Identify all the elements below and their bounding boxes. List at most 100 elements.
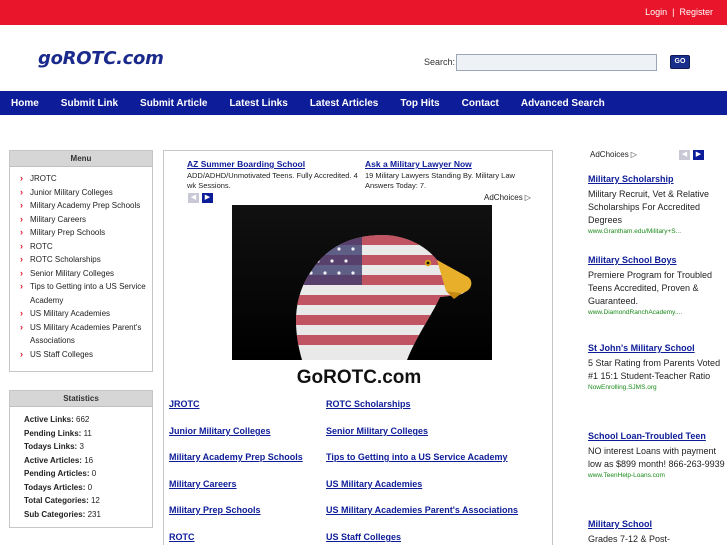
ad-next-arrow-icon[interactable]: ▶	[693, 150, 704, 160]
right-ad-url[interactable]: NowEnrolling.SJMS.org	[588, 384, 727, 391]
category-link[interactable]: ROTC	[169, 532, 195, 542]
nav-latest-links[interactable]: Latest Links	[218, 98, 298, 109]
right-ad-url[interactable]: www.Grantham.edu/Military+S...	[588, 228, 727, 235]
stat-label: Todays Articles:	[24, 482, 86, 492]
category-link[interactable]: Military Careers	[169, 479, 237, 489]
category-link[interactable]: Military Prep Schools	[169, 505, 261, 515]
top-bar: Login | Register	[0, 0, 727, 25]
stat-value: 12	[90, 496, 100, 505]
stat-value: 0	[91, 469, 97, 478]
nav-top-hits[interactable]: Top Hits	[389, 98, 450, 109]
ad-title-link[interactable]: AZ Summer Boarding School	[187, 159, 362, 169]
nav-submit-article[interactable]: Submit Article	[129, 98, 218, 109]
right-ad-text: 5 Star Rating from Parents Voted #1 15:1…	[588, 358, 721, 381]
nav-submit-link[interactable]: Submit Link	[50, 98, 129, 109]
eagle-illustration	[232, 205, 492, 360]
ad-next-arrow-icon[interactable]: ▶	[202, 193, 213, 203]
stat-row: Total Categories: 12	[24, 494, 146, 508]
menu-item[interactable]: ROTC	[20, 240, 146, 254]
stat-label: Pending Articles:	[24, 469, 90, 478]
menu-item[interactable]: Tips to Getting into a US Service Academ…	[20, 280, 146, 307]
link-separator: |	[672, 7, 675, 17]
stat-label: Active Links:	[24, 415, 74, 424]
right-ad: Military Scholarship Military Recruit, V…	[588, 173, 727, 235]
right-ad-title[interactable]: St John's Military School	[588, 342, 727, 355]
right-ad-url[interactable]: www.TeenHelp-Loans.com	[588, 472, 727, 479]
menu-item[interactable]: Junior Military Colleges	[20, 186, 146, 200]
ad-prev-arrow-icon[interactable]: ◀	[679, 150, 690, 160]
ad-text: ADD/ADHD/Unmotivated Teens. Fully Accred…	[187, 171, 358, 190]
stat-value: 3	[79, 442, 84, 451]
adchoices-icon: ▷	[524, 193, 531, 202]
nav-advanced-search[interactable]: Advanced Search	[510, 98, 616, 109]
main-nav: Home Submit Link Submit Article Latest L…	[0, 91, 727, 115]
top-ad-1: AZ Summer Boarding School ADD/ADHD/Unmot…	[187, 159, 362, 191]
category-link[interactable]: JROTC	[169, 399, 200, 409]
eagle-flag-image	[232, 205, 492, 360]
right-ad-title[interactable]: Military School Boys	[588, 254, 727, 267]
nav-contact[interactable]: Contact	[451, 98, 510, 109]
right-ad-url[interactable]: www.DiamondRanchAcademy....	[588, 309, 727, 316]
adchoices-text: AdChoices	[590, 150, 629, 159]
main-content: AZ Summer Boarding School ADD/ADHD/Unmot…	[163, 150, 553, 545]
menu-item[interactable]: US Military Academies	[20, 307, 146, 321]
right-ad-text: Premiere Program for Troubled Teens Accr…	[588, 270, 713, 306]
right-ad-title[interactable]: Military Scholarship	[588, 173, 727, 186]
menu-item[interactable]: JROTC	[20, 172, 146, 186]
stat-label: Total Categories:	[24, 496, 89, 505]
search-label: Search:	[424, 57, 456, 67]
top-ad-2: Ask a Military Lawyer Now 19 Military La…	[365, 159, 540, 191]
site-logo[interactable]: goROTC.com	[38, 48, 164, 69]
ad-prev-arrow-icon[interactable]: ◀	[188, 193, 199, 203]
stat-label: Todays Links:	[24, 442, 78, 451]
ad-title-link[interactable]: Ask a Military Lawyer Now	[365, 159, 540, 169]
category-link[interactable]: ROTC Scholarships	[326, 399, 411, 409]
stat-value: 662	[76, 415, 90, 424]
menu-panel: Menu JROTC Junior Military Colleges Mili…	[9, 150, 153, 372]
nav-home[interactable]: Home	[0, 98, 50, 109]
stat-label: Active Articles:	[24, 455, 82, 465]
right-ad-title[interactable]: Military School	[588, 518, 727, 531]
right-ad-title[interactable]: School Loan-Troubled Teen	[588, 430, 727, 443]
stat-value: 16	[84, 455, 94, 465]
search-input[interactable]	[456, 54, 657, 71]
menu-item[interactable]: US Military Academies Parent's Associati…	[20, 321, 146, 348]
category-link[interactable]: Junior Military Colleges	[169, 426, 271, 436]
stat-row: Todays Links: 3	[24, 440, 146, 454]
statistics-title: Statistics	[10, 391, 152, 407]
right-ad: St John's Military School 5 Star Rating …	[588, 342, 727, 391]
category-link[interactable]: Tips to Getting into a US Service Academ…	[326, 452, 508, 462]
stat-row: Pending Links: 11	[24, 427, 146, 441]
category-link[interactable]: Military Academy Prep Schools	[169, 452, 303, 462]
category-link[interactable]: US Military Academies	[326, 479, 422, 489]
adchoices-text: AdChoices	[484, 193, 523, 202]
category-link[interactable]: US Staff Colleges	[326, 532, 401, 542]
adchoices-icon: ▷	[630, 150, 637, 159]
menu-item[interactable]: Senior Military Colleges	[20, 267, 146, 281]
category-link[interactable]: US Military Academies Parent's Associati…	[326, 505, 518, 515]
account-links: Login | Register	[645, 7, 713, 17]
stat-row: Active Articles: 16	[24, 454, 146, 468]
right-adchoices-label[interactable]: AdChoices ▷	[590, 150, 637, 159]
menu-item[interactable]: ROTC Scholarships	[20, 253, 146, 267]
right-ad: School Loan-Troubled Teen NO interest Lo…	[588, 430, 727, 479]
menu-item[interactable]: Military Careers	[20, 213, 146, 227]
stat-label: Sub Categories:	[24, 509, 86, 519]
register-link[interactable]: Register	[679, 7, 713, 17]
menu-item[interactable]: Military Prep Schools	[20, 226, 146, 240]
category-link[interactable]: Senior Military Colleges	[326, 426, 428, 436]
right-ad-text: Grades 7-12 & Post-	[588, 534, 671, 544]
site-title: GoROTC.com	[296, 367, 422, 388]
menu-item[interactable]: US Staff Colleges	[20, 348, 146, 362]
menu-list: JROTC Junior Military Colleges Military …	[10, 167, 152, 365]
stat-value: 11	[83, 428, 92, 438]
search-go-button[interactable]: GO	[670, 55, 690, 69]
stat-row: Active Links: 662	[24, 413, 146, 427]
menu-item[interactable]: Military Academy Prep Schools	[20, 199, 146, 213]
stat-row: Pending Articles: 0	[24, 467, 146, 481]
adchoices-label[interactable]: AdChoices ▷	[484, 193, 531, 202]
login-link[interactable]: Login	[645, 7, 667, 17]
nav-latest-articles[interactable]: Latest Articles	[299, 98, 390, 109]
stat-value: 0	[87, 482, 93, 492]
statistics-list: Active Links: 662 Pending Links: 11 Toda…	[10, 407, 152, 525]
